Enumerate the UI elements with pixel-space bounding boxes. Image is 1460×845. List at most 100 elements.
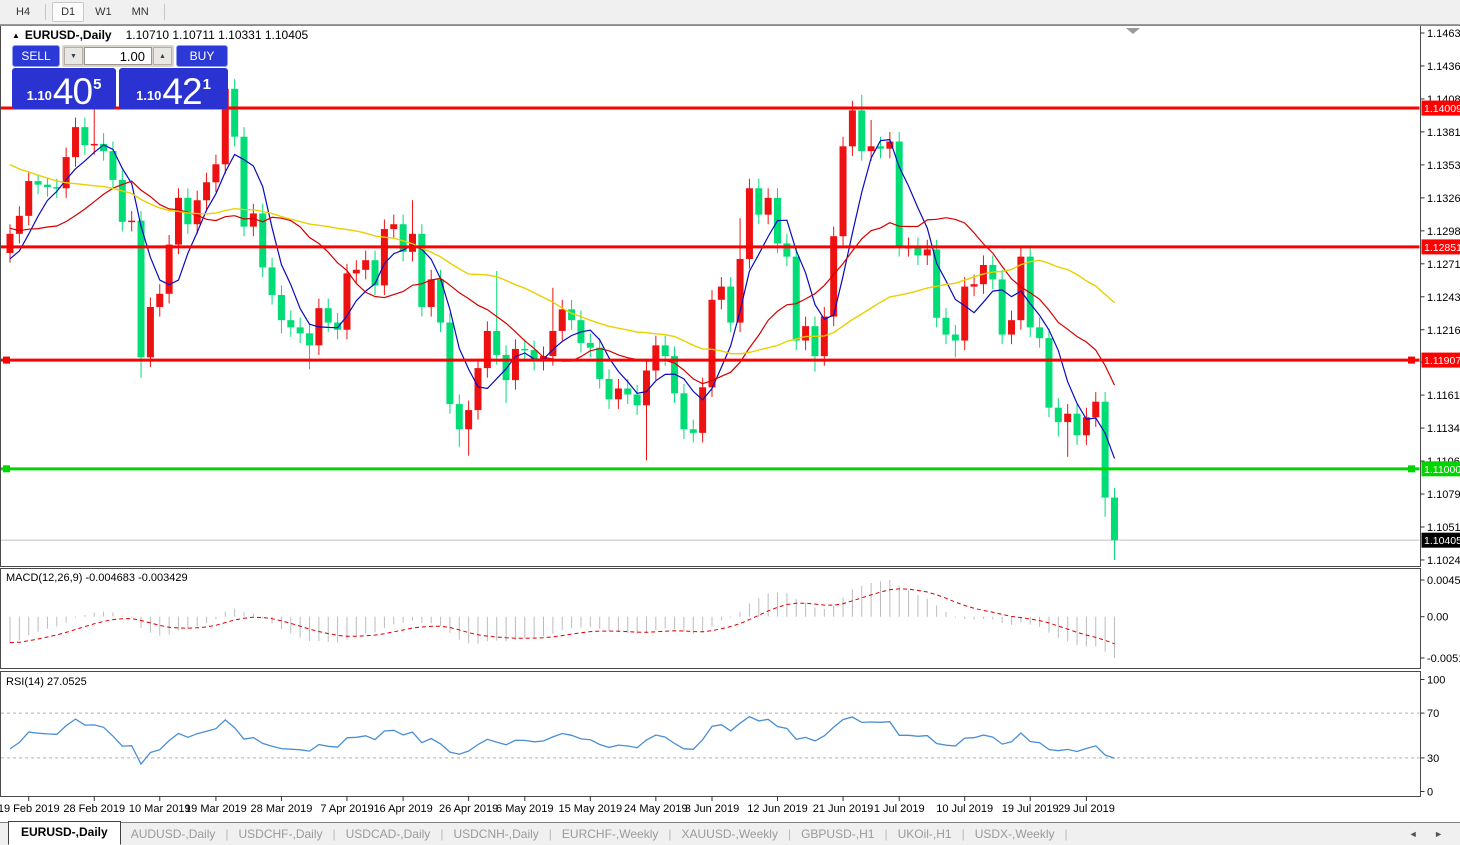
price-axis-label: 1.14635 — [1427, 28, 1460, 40]
timeframe-button-h4[interactable]: H4 — [7, 2, 39, 22]
tab-ukoil-h1[interactable]: UKOil-,H1 — [888, 825, 962, 843]
candle-body — [138, 221, 145, 358]
candle-body — [119, 180, 126, 222]
tab-usdcad-daily[interactable]: USDCAD-,Daily — [336, 825, 441, 843]
candle-body — [615, 389, 622, 400]
line-handle[interactable] — [3, 357, 10, 364]
price-axis-label: 1.12435 — [1427, 292, 1460, 304]
price-axis-label: 1.10515 — [1427, 522, 1460, 534]
candle-body — [1092, 402, 1099, 418]
line-handle[interactable] — [1408, 357, 1415, 364]
timeframe-button-mn[interactable]: MN — [123, 2, 158, 22]
sell-price-sup: 5 — [93, 77, 101, 92]
candle-body — [343, 273, 350, 329]
tab-usdcnh-daily[interactable]: USDCNH-,Daily — [443, 825, 548, 843]
date-axis-label: 28 Mar 2019 — [251, 803, 313, 815]
price-axis-label: 1.12160 — [1427, 325, 1460, 337]
candle-body — [475, 368, 482, 410]
candle-body — [390, 224, 397, 229]
price-axis-label: 1.11340 — [1427, 423, 1460, 435]
tab-scroll-arrows[interactable]: ◄ ► — [1409, 829, 1460, 839]
candle-body — [241, 137, 248, 227]
candle-body — [718, 287, 725, 300]
buy-price-prefix: 1.10 — [136, 89, 161, 102]
candle-body — [933, 249, 940, 317]
rsi-axis-label: 0 — [1427, 787, 1433, 799]
price-badge: 1.10405 — [1422, 533, 1460, 548]
line-handle[interactable] — [3, 465, 10, 472]
volume-increase-button[interactable]: ▲ — [153, 47, 172, 65]
candle-body — [287, 320, 294, 327]
candle-body — [559, 309, 566, 331]
svg-text:1.11907: 1.11907 — [1424, 355, 1460, 367]
candle-body — [840, 146, 847, 236]
symbol-title: EURUSD-,Daily — [25, 28, 112, 42]
macd-label: MACD(12,26,9) -0.004683 -0.003429 — [6, 572, 188, 584]
buy-price-button[interactable]: 1.10 42 1 — [119, 68, 228, 109]
candle-body — [699, 387, 706, 433]
svg-text:1.10405: 1.10405 — [1424, 535, 1460, 547]
volume-field[interactable]: 1.00 — [84, 47, 152, 65]
symbol-collapse-icon[interactable]: ▲ — [12, 31, 20, 40]
candle-body — [418, 234, 425, 307]
candle-body — [606, 379, 613, 399]
timeframe-button-d1[interactable]: D1 — [52, 2, 84, 22]
tab-eurchf-weekly[interactable]: EURCHF-,Weekly — [552, 825, 668, 843]
rsi-axis-label: 100 — [1427, 675, 1445, 687]
candle-body — [72, 127, 79, 157]
candle-body — [652, 345, 659, 370]
timeframe-button-w1[interactable]: W1 — [86, 2, 121, 22]
candle-body — [802, 326, 809, 340]
tab-usdchf-daily[interactable]: USDCHF-,Daily — [229, 825, 333, 843]
price-axis-label: 1.12710 — [1427, 259, 1460, 271]
candle-body — [147, 307, 154, 357]
candle-body — [727, 287, 734, 323]
macd-axis-label: 0.004532 — [1427, 575, 1460, 587]
candle-body — [269, 267, 276, 295]
candle-body — [362, 260, 369, 270]
candle-body — [1111, 498, 1118, 541]
quote-panel: ▲ EURUSD-,Daily 1.10710 1.10711 1.10331 … — [12, 28, 308, 109]
date-axis-label: 19 Mar 2019 — [185, 803, 247, 815]
date-axis-label: 19 Feb 2019 — [0, 803, 60, 815]
candle-body — [325, 308, 332, 322]
candle-body — [1102, 402, 1109, 498]
macd-axis-label: 0.00 — [1427, 612, 1448, 624]
tab-gbpusd-h1[interactable]: GBPUSD-,H1 — [791, 825, 884, 843]
sell-price-button[interactable]: 1.10 40 5 — [12, 68, 116, 109]
candle-body — [175, 198, 182, 245]
candle-body — [624, 389, 631, 395]
tab-xauusd-weekly[interactable]: XAUUSD-,Weekly — [671, 825, 787, 843]
toolbar-separator — [45, 4, 46, 20]
candle-body — [952, 335, 959, 341]
tab-usdx-weekly[interactable]: USDX-,Weekly — [965, 825, 1065, 843]
buy-button[interactable]: BUY — [176, 45, 228, 67]
date-axis-label: 6 May 2019 — [496, 803, 553, 815]
sell-button[interactable]: SELL — [12, 45, 60, 67]
candle-body — [493, 331, 500, 355]
candle-body — [680, 393, 687, 429]
sell-price-prefix: 1.10 — [27, 89, 52, 102]
chart-panel-frame — [1, 672, 1421, 797]
line-handle[interactable] — [1408, 465, 1415, 472]
date-axis-label: 10 Jul 2019 — [936, 803, 993, 815]
candle-body — [334, 323, 341, 330]
candle-body — [587, 343, 594, 348]
candle-body — [7, 234, 14, 253]
candle-body — [25, 181, 32, 216]
chart-panel-frame — [1, 569, 1421, 669]
candle-body — [166, 245, 173, 294]
candle-body — [709, 300, 716, 388]
candle-body — [1055, 408, 1062, 422]
candle-body — [1036, 327, 1043, 338]
candle-body — [596, 348, 603, 379]
date-axis-label: 12 Jun 2019 — [747, 803, 808, 815]
date-axis-label: 26 Apr 2019 — [439, 803, 498, 815]
tab-audusd-daily[interactable]: AUDUSD-,Daily — [121, 825, 226, 843]
svg-text:1.12851: 1.12851 — [1424, 242, 1460, 254]
candle-body — [943, 318, 950, 335]
candle-body — [203, 182, 210, 200]
candle-body — [297, 327, 304, 333]
volume-decrease-button[interactable]: ▼ — [64, 47, 83, 65]
tab-eurusd-daily[interactable]: EURUSD-,Daily — [8, 821, 121, 845]
